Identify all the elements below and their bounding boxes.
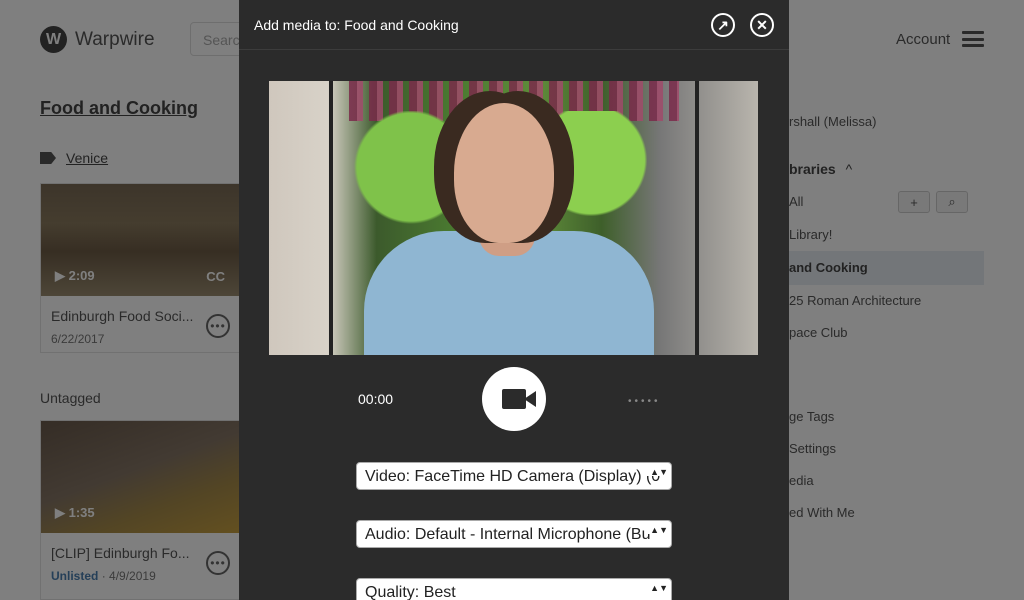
audio-level-indicator: ••••• xyxy=(628,396,661,407)
preview-person-head xyxy=(454,103,554,243)
popout-icon[interactable]: ↗ xyxy=(711,13,735,37)
modal-header: Add media to: Food and Cooking ↗ ✕ xyxy=(239,0,789,50)
close-icon[interactable]: ✕ xyxy=(750,13,774,37)
record-button[interactable] xyxy=(482,367,546,431)
add-media-modal: Add media to: Food and Cooking ↗ ✕ 00:00… xyxy=(239,0,789,600)
audio-source-select[interactable]: Audio: Default - Internal Microphone (Bu… xyxy=(356,520,672,548)
select-arrows-icon: ▲▼ xyxy=(647,584,668,593)
video-source-select[interactable]: Video: FaceTime HD Camera (Display) (0 ▲… xyxy=(356,462,672,490)
recording-timer: 00:00 xyxy=(358,391,394,407)
video-source-value: Video: FaceTime HD Camera (Display) (0 xyxy=(365,468,661,485)
quality-value: Quality: Best xyxy=(365,584,456,600)
quality-select[interactable]: Quality: Best ▲▼ xyxy=(356,578,672,600)
video-camera-icon xyxy=(502,389,536,409)
select-arrows-icon: ▲▼ xyxy=(647,526,668,535)
camera-preview xyxy=(269,81,758,355)
modal-title: Add media to: Food and Cooking xyxy=(254,17,459,33)
audio-source-value: Audio: Default - Internal Microphone (Bu xyxy=(365,526,651,543)
select-arrows-icon: ▲▼ xyxy=(647,468,668,477)
